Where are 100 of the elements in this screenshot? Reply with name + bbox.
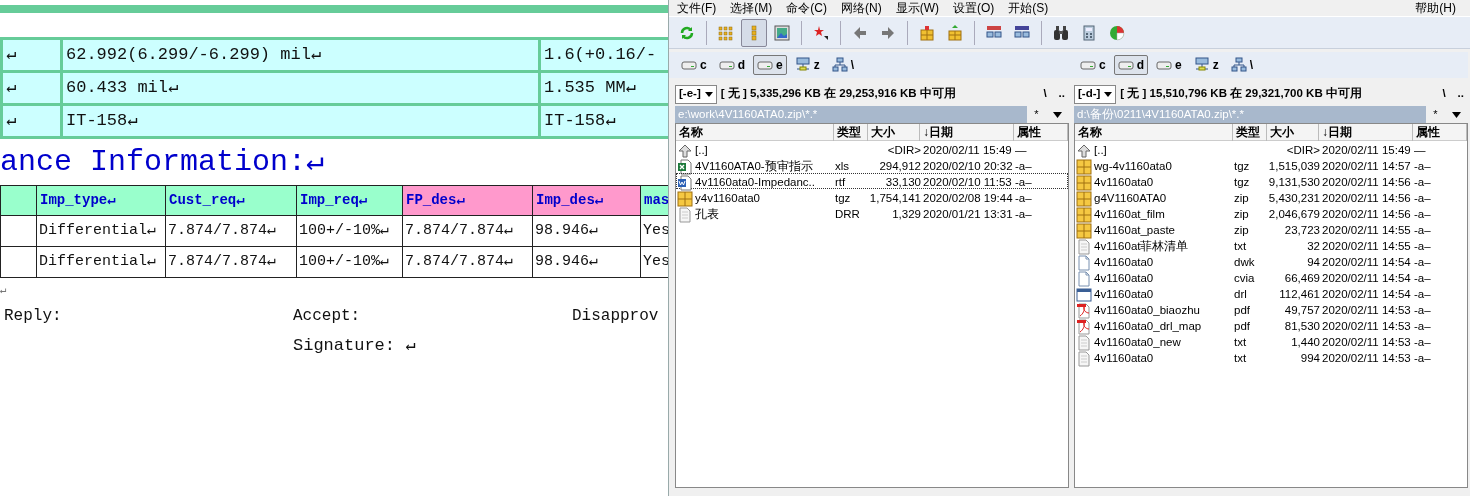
drive-button[interactable]: d: [714, 55, 750, 75]
file-row[interactable]: [..] <DIR> 2020/02/11 15:49 —: [1075, 141, 1467, 157]
file-type: pdf: [1234, 319, 1251, 334]
table-cell: 1.535 MM↵: [539, 71, 668, 105]
file-name: 4v1160at_paste: [1094, 223, 1175, 238]
drive-button[interactable]: z: [790, 55, 824, 75]
reply-label: Disapprov: [572, 307, 659, 325]
package-icon: [919, 24, 935, 41]
file-row[interactable]: 4v1160ata0 cvia 66,469 2020/02/11 14:54 -a–: [1075, 269, 1467, 285]
drive-button[interactable]: c: [1076, 55, 1110, 75]
table-cell: 7.874/7.874↵: [165, 246, 297, 278]
file-row[interactable]: y4v1160ata0 tgz 1,754,141 2020/02/08 19:44 -a–: [676, 189, 1068, 205]
header-cell: Imp_des↵: [532, 185, 641, 216]
ftp-icon: [986, 24, 1002, 41]
file-row[interactable]: 4v1160at_paste zip 23,723 2020/02/11 14:55 -a–: [1075, 221, 1467, 237]
file-attributes: -a–: [1414, 159, 1432, 174]
column-header[interactable]: 属性: [1014, 124, 1068, 141]
file-row[interactable]: g4V1160ATA0 zip 5,430,231 2020/02/11 14:56 -a–: [1075, 189, 1467, 205]
parent-button[interactable]: ..: [1457, 85, 1464, 103]
drive-button[interactable]: e: [1152, 55, 1186, 75]
drive-button[interactable]: e: [753, 55, 787, 75]
file-row[interactable]: 4v1160ata0_biaozhu pdf 49,757 2020/02/11 14:53 -a–: [1075, 301, 1467, 317]
file-type: DRR: [835, 207, 861, 222]
column-header[interactable]: 类型: [1233, 124, 1267, 141]
file-name: wg-4v1160ata0: [1094, 159, 1172, 174]
file-date: 2020/02/11 14:55: [1321, 223, 1412, 238]
column-header[interactable]: 类型: [834, 124, 868, 141]
file-attributes: -a–: [1414, 319, 1432, 334]
file-attributes: -a–: [1414, 207, 1432, 222]
drive-button[interactable]: \: [1226, 55, 1258, 75]
file-row[interactable]: 4v1160ata0 dwk 94 2020/02/11 14:54 -a–: [1075, 253, 1467, 269]
column-header[interactable]: 名称: [1075, 124, 1233, 141]
column-header[interactable]: 大小: [1267, 124, 1319, 141]
file-attributes: -a–: [1015, 159, 1033, 174]
file-row[interactable]: [..] <DIR> 2020/02/11 15:49 —: [676, 141, 1068, 157]
menu-item[interactable]: 文件(F): [677, 0, 717, 17]
file-attributes: -a–: [1414, 287, 1432, 302]
root-button[interactable]: \: [1442, 85, 1446, 103]
menu-item[interactable]: 选择(M): [730, 0, 773, 17]
paragraph-mark: ↵: [0, 283, 8, 298]
drive-button[interactable]: d: [1113, 55, 1149, 75]
table-cell: 7.874/7.874↵: [165, 215, 297, 247]
drive-button[interactable]: \: [827, 55, 859, 75]
table-cell: Differential↵: [36, 215, 166, 247]
file-row[interactable]: 4v1160ata0 txt 994 2020/02/11 14:53 -a–: [1075, 349, 1467, 365]
file-size: 9,131,530: [1268, 175, 1320, 190]
drive-dropdown[interactable]: [-e-]: [675, 84, 717, 104]
menu-item[interactable]: 命令(C): [786, 0, 827, 17]
network-icon: [1014, 24, 1030, 41]
column-header[interactable]: 名称: [676, 124, 834, 141]
file-name: 4v1160ata0_new: [1094, 335, 1181, 350]
file-date: 2020/02/11 14:53: [1321, 351, 1412, 366]
column-header[interactable]: 大小: [868, 124, 920, 141]
drive-button[interactable]: z: [1189, 55, 1223, 75]
directory-label: <DIR>: [1285, 143, 1320, 158]
file-date: 2020/02/10 20:32: [922, 159, 1014, 174]
file-attributes: -a–: [1414, 271, 1432, 286]
file-row[interactable]: 孔表 DRR 1,329 2020/01/21 13:31 -a–: [676, 205, 1068, 221]
menu-item[interactable]: 开始(S): [1008, 0, 1049, 17]
filter-field[interactable]: *: [1433, 106, 1438, 123]
column-header[interactable]: ↓日期: [920, 124, 1014, 141]
file-row[interactable]: 4v1160ata0-Impedanc.. rtf 33,130 2020/02/10 11:53 -a–: [676, 173, 1068, 189]
list-view-button[interactable]: [741, 18, 767, 47]
file-row[interactable]: 4V1160ATA0-预审指示 xls 294,912 2020/02/10 20:32 -a–: [676, 157, 1068, 173]
file-type: txt: [1234, 351, 1248, 366]
network-drive-icon: [794, 57, 811, 73]
menu-item[interactable]: 显示(W): [895, 0, 939, 17]
file-name: 4v1160ata0_drl_map: [1094, 319, 1202, 334]
file-row[interactable]: 4v1160ata0_new txt 1,440 2020/02/11 14:53 -a–: [1075, 333, 1467, 349]
drive-dropdown[interactable]: [-d-]: [1074, 84, 1117, 104]
file-row[interactable]: 4v1160at菲林清单 txt 32 2020/02/11 14:55 -a–: [1075, 237, 1467, 253]
file-date: 2020/02/11 14:57: [1321, 159, 1412, 174]
menu-item[interactable]: 网络(N): [841, 0, 882, 17]
file-size: 2,046,679: [1268, 207, 1320, 222]
file-row[interactable]: 4v1160ata0 tgz 9,131,530 2020/02/11 14:56 -a–: [1075, 173, 1467, 189]
file-date: 2020/02/11 14:53: [1321, 303, 1412, 318]
file-row[interactable]: 4v1160ata0_drl_map pdf 81,530 2020/02/11 14:53 -a–: [1075, 317, 1467, 333]
root-button[interactable]: \: [1043, 85, 1047, 103]
file-date: 2020/02/11 14:55: [1321, 239, 1412, 254]
column-header[interactable]: ↓日期: [1319, 124, 1413, 141]
file-row[interactable]: 4v1160at_film zip 2,046,679 2020/02/11 14:56 -a–: [1075, 205, 1467, 221]
table-cell: 62.992(6.299/-6.299) mil↵: [61, 38, 540, 72]
file-type: txt: [1234, 335, 1248, 350]
file-row[interactable]: wg-4v1160ata0 tgz 1,515,039 2020/02/11 14:57 -a–: [1075, 157, 1467, 173]
menu-item[interactable]: 设置(O): [953, 0, 995, 17]
filter-field[interactable]: *: [1034, 106, 1039, 123]
up-arrow-icon: [677, 142, 693, 159]
file-attributes: -a–: [1414, 335, 1432, 350]
column-header[interactable]: 属性: [1413, 124, 1467, 141]
file-size: 294,912: [878, 159, 921, 174]
file-type: zip: [1234, 207, 1250, 222]
file-row[interactable]: 4v1160ata0 drl 112,461 2020/02/11 14:54 -a–: [1075, 285, 1467, 301]
grid-view-icon: [718, 24, 734, 41]
file-attributes: -a–: [1015, 175, 1033, 190]
archive-icon: [1076, 222, 1092, 239]
parent-button[interactable]: ..: [1058, 85, 1065, 103]
file-type: zip: [1234, 223, 1250, 238]
up-arrow-icon: [1076, 142, 1092, 159]
drive-button[interactable]: c: [677, 55, 711, 75]
menu-item[interactable]: 帮助(H): [1415, 0, 1456, 17]
